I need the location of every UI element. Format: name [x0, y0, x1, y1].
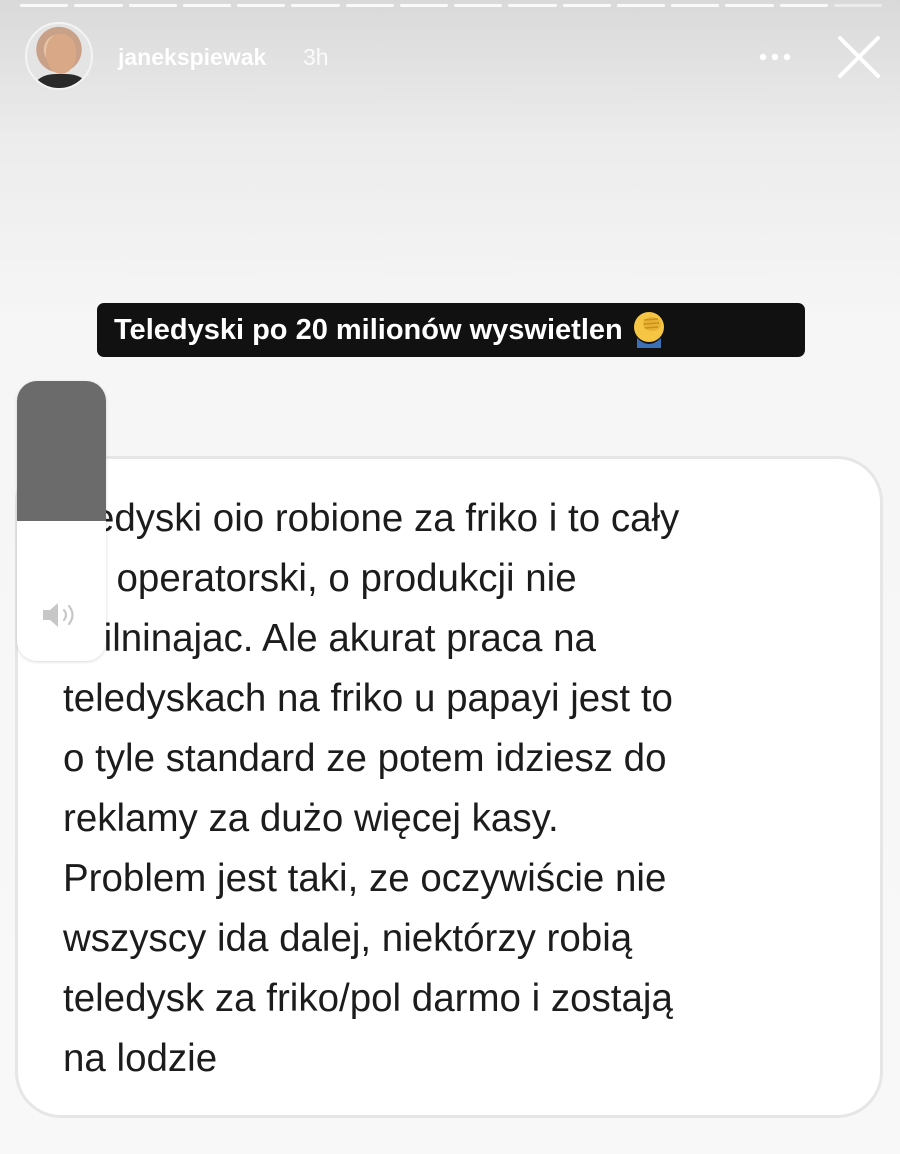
caption-text: Teledyski po 20 milionów wyswietlen	[114, 314, 623, 346]
avatar-shirt	[35, 74, 87, 88]
story-caption: Teledyski po 20 milionów wyswietlen	[97, 303, 805, 357]
username[interactable]: janekspiewak	[118, 44, 266, 71]
face-palm-emoji	[629, 308, 669, 349]
message-text: eledyski oio robione za friko i to cały …	[63, 497, 680, 1080]
volume-fill	[17, 381, 106, 521]
speaker-icon	[43, 603, 74, 627]
volume-slider[interactable]	[17, 381, 106, 661]
close-icon[interactable]	[836, 34, 882, 80]
question-response-card: eledyski oio robione za friko i to cały …	[15, 456, 883, 1118]
story-header: janekspiewak 3h	[0, 0, 900, 110]
avatar[interactable]	[25, 22, 93, 90]
more-dots-icon[interactable]	[755, 42, 795, 72]
close-icon-svg	[838, 36, 880, 78]
time-ago: 3h	[303, 44, 329, 70]
more-dots-icon-svg	[759, 53, 791, 61]
avatar-face	[46, 34, 76, 74]
